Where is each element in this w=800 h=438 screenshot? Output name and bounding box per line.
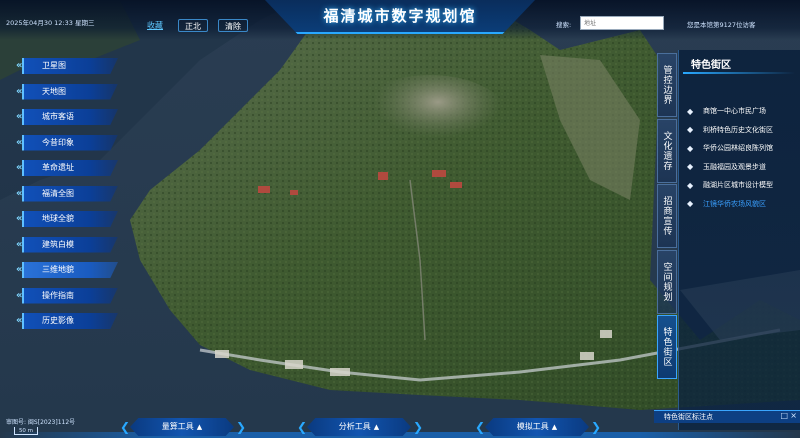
close-icon[interactable]: × xyxy=(790,411,797,420)
menu-item[interactable]: « 三维地貌 xyxy=(16,259,120,285)
category-tab[interactable]: 招商宣传 xyxy=(657,184,677,248)
analysis-tool-label: 分析工具 xyxy=(338,422,371,431)
category-tabs: 管控边界 文化遗存 招商宣传 空间规划 特色街区 xyxy=(657,53,677,381)
triangle-up-icon: ▲ xyxy=(551,423,558,431)
app-root: 福清城市数字规划馆 2025年04月30 12:33 星期三 收藏 正北 清除 … xyxy=(0,0,800,438)
menu-item[interactable]: « 建筑白模 xyxy=(16,234,120,260)
measure-tool-button[interactable]: 量算工具 ▲ xyxy=(130,418,234,436)
double-chevron-left-icon: « xyxy=(16,187,23,199)
double-chevron-left-icon: « xyxy=(16,264,23,275)
menu-item-label: 天地图 xyxy=(42,86,66,96)
panel-title: 特色街区 xyxy=(691,60,731,71)
mountain-peak xyxy=(350,75,510,165)
layer-menu: « 卫星图 « 天地图 « 城市客语 « 今昔印象 « 革命遗址 « 福清全图 « 地球全貌 « 建筑白模 « 三… xyxy=(16,55,128,336)
district-label: 玉融福园及观景步道 xyxy=(703,162,766,171)
triangle-up-icon: ▲ xyxy=(373,423,380,431)
menu-item-background xyxy=(22,58,118,74)
menu-item-label: 城市客语 xyxy=(42,112,74,121)
chevron-right-icon: ❯ xyxy=(413,420,424,434)
menu-item[interactable]: « 福清全图 xyxy=(16,183,120,209)
page-title: 福清城市数字规划馆 xyxy=(323,7,477,25)
chevron-right-icon: ❯ xyxy=(236,420,247,434)
category-tab[interactable]: 管控边界 xyxy=(657,53,677,117)
cube-icon: ◆ xyxy=(687,199,694,209)
simulate-tool-button[interactable]: 模拟工具 ▲ xyxy=(485,418,589,436)
marker-label: 特色街区标注点 xyxy=(664,413,713,421)
cube-icon: ◆ xyxy=(687,125,694,135)
menu-item-label: 操作指南 xyxy=(42,290,74,300)
district-item[interactable]: ◆ 玉融福园及观景步道 xyxy=(687,158,800,177)
district-label: 利桥特色历史文化街区 xyxy=(703,125,773,134)
double-chevron-left-icon: « xyxy=(16,213,23,224)
menu-item[interactable]: « 历史影像 xyxy=(16,310,120,336)
category-tab[interactable]: 特色街区 xyxy=(657,315,677,379)
double-chevron-left-icon: « xyxy=(16,315,23,326)
menu-item-label: 地球全貌 xyxy=(42,214,74,223)
menu-item[interactable]: « 地球全貌 xyxy=(16,208,120,234)
district-item[interactable]: ◆ 商馆一中心市民广场 xyxy=(687,102,800,121)
triangle-up-icon: ▲ xyxy=(196,423,203,431)
district-label: 华侨公园林绍良陈列馆 xyxy=(703,144,773,153)
favorite-button[interactable]: 收藏 xyxy=(140,19,170,32)
menu-item-label: 三维地貌 xyxy=(42,265,74,274)
chevron-right-icon: ❯ xyxy=(591,420,602,434)
cube-icon: ◆ xyxy=(687,143,694,153)
datetime-display: 2025年04月30 12:33 星期三 xyxy=(6,19,95,27)
category-tab[interactable]: 空间规划 xyxy=(657,249,677,314)
menu-item[interactable]: « 天地图 xyxy=(16,81,120,107)
clear-button[interactable]: 清除 xyxy=(218,19,248,32)
chevron-left-icon: ❮ xyxy=(475,420,486,434)
search-input[interactable] xyxy=(580,16,664,30)
menu-item[interactable]: « 革命遗址 xyxy=(16,157,120,183)
visitor-counter: 您是本馆第9127位访客 xyxy=(687,21,756,29)
simulate-tool-label: 模拟工具 xyxy=(516,422,549,431)
menu-item-label: 卫星图 xyxy=(42,61,66,70)
menu-item[interactable]: « 城市客语 xyxy=(16,106,120,132)
chevron-left-icon: ❮ xyxy=(297,420,308,434)
district-list: ◆ 商馆一中心市民广场 ◆ 利桥特色历史文化街区 ◆ 华侨公园林绍良陈列馆 ◆ 玉融福园及观景… xyxy=(687,102,800,213)
chevron-left-icon: ❮ xyxy=(120,420,131,434)
menu-item-label: 革命遗址 xyxy=(42,163,74,172)
menu-item-label: 历史影像 xyxy=(42,316,74,325)
double-chevron-left-icon: « xyxy=(16,289,23,301)
district-item[interactable]: ◆ 融湖片区城市设计模型 xyxy=(687,176,800,195)
district-panel: 特色街区 ◆ 商馆一中心市民广场 ◆ 利桥特色历史文化街区 ◆ 华侨公园林绍良陈列馆 ◆ 玉融… xyxy=(678,50,800,430)
double-chevron-left-icon: « xyxy=(16,136,23,148)
menu-item[interactable]: « 今昔印象 xyxy=(16,132,120,158)
category-tab[interactable]: 文化遗存 xyxy=(657,118,677,183)
district-item[interactable]: ◆ 华侨公园林绍良陈列馆 xyxy=(687,139,800,158)
panel-title-underline xyxy=(683,72,795,74)
menu-item[interactable]: « 操作指南 xyxy=(16,285,120,311)
double-chevron-left-icon: « xyxy=(16,60,23,71)
district-label: 江镜华侨农场风貌区 xyxy=(703,199,766,208)
menu-item[interactable]: « 卫星图 xyxy=(16,55,120,81)
measure-tool-label: 量算工具 xyxy=(161,422,194,431)
map-approval-number: 审图号: 闽S[2023]112号 xyxy=(6,419,76,426)
double-chevron-left-icon: « xyxy=(16,162,23,173)
search-label: 搜索: xyxy=(556,21,572,29)
district-item[interactable]: ◆ 江镜华侨农场风貌区 xyxy=(687,195,800,214)
cube-icon: ◆ xyxy=(687,180,694,190)
menu-item-label: 今昔印象 xyxy=(42,137,74,147)
district-label: 商馆一中心市民广场 xyxy=(703,107,766,116)
analysis-tool-button[interactable]: 分析工具 ▲ xyxy=(307,418,411,436)
menu-item-label: 建筑白模 xyxy=(42,239,74,249)
menu-item-background xyxy=(22,83,118,100)
double-chevron-left-icon: « xyxy=(16,85,23,97)
cube-icon: ◆ xyxy=(687,106,694,116)
double-chevron-left-icon: « xyxy=(16,111,23,122)
scale-bar: 50 m xyxy=(14,427,38,435)
cube-icon: ◆ xyxy=(687,162,694,172)
menu-item-label: 福清全图 xyxy=(42,188,74,198)
double-chevron-left-icon: « xyxy=(16,238,23,250)
north-button[interactable]: 正北 xyxy=(178,19,208,32)
district-label: 融湖片区城市设计模型 xyxy=(703,181,773,190)
marker-toolbar[interactable]: 特色街区标注点 □ × xyxy=(654,410,800,423)
maximize-icon[interactable]: □ xyxy=(780,411,788,420)
district-item[interactable]: ◆ 利桥特色历史文化街区 xyxy=(687,121,800,140)
